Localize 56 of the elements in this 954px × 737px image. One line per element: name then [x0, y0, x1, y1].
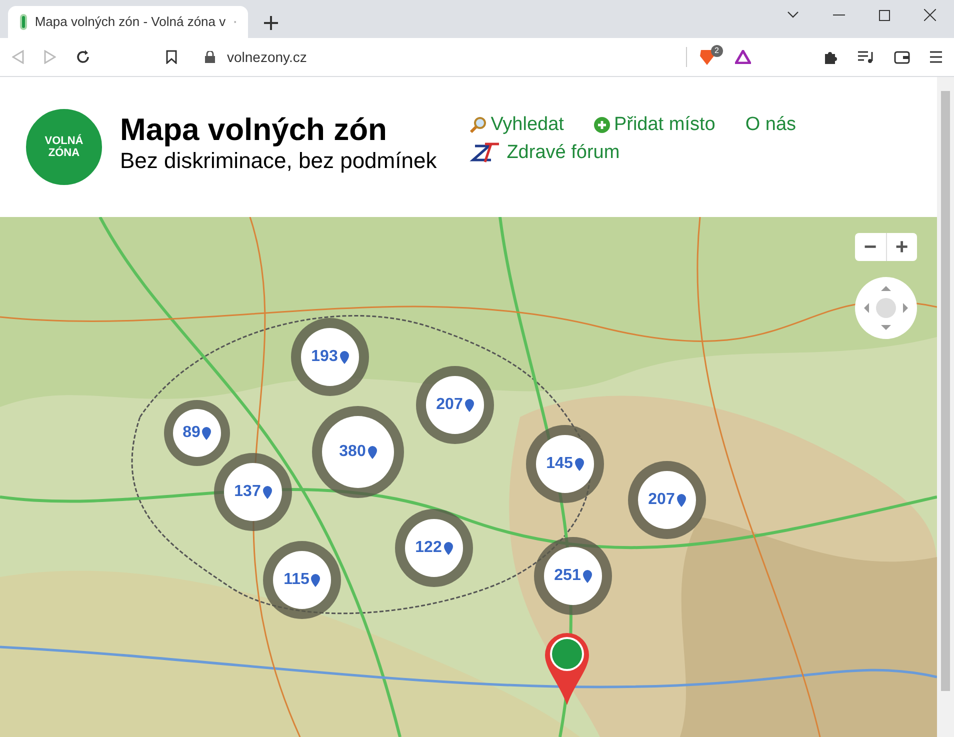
zoom-button[interactable]: +: [886, 233, 917, 261]
location-pin-icon: [464, 398, 474, 412]
location-pin-icon: [676, 494, 686, 506]
map[interactable]: 193 207 89 380 145 137 207 122 115 251 − +: [0, 217, 937, 737]
triangle-icon[interactable]: [735, 50, 751, 64]
logo-text: ZÓNA: [48, 147, 80, 159]
location-pin-icon: [262, 486, 272, 498]
playlist-icon[interactable]: [858, 50, 874, 64]
cluster-count: 193: [311, 347, 338, 367]
cluster-count: 380: [339, 442, 366, 462]
cluster-count: 89: [182, 423, 200, 443]
menu-icon[interactable]: [930, 51, 942, 63]
location-pin-icon: [582, 570, 592, 582]
nav-link[interactable]: Přidat místo: [594, 110, 716, 139]
pin-icon[interactable]: [543, 631, 591, 707]
nav-link[interactable]: Vyhledat: [468, 110, 564, 139]
new-tab-icon[interactable]: [264, 16, 278, 30]
reload-icon[interactable]: [76, 50, 90, 64]
cluster-count: 251: [554, 566, 581, 586]
puzzle-icon[interactable]: [823, 50, 838, 64]
location-pin-icon: [311, 574, 320, 586]
plus-circle-icon: [594, 116, 610, 133]
tab-title: Mapa volných zón - Volná zóna v: [34, 13, 226, 32]
pan-control-icon[interactable]: [855, 277, 917, 339]
scrollbar[interactable]: [937, 77, 954, 737]
wallet-icon[interactable]: [894, 50, 910, 64]
cluster-count: 115: [284, 570, 310, 590]
cluster-count: 122: [415, 538, 442, 558]
shield-icon[interactable]: [698, 48, 715, 66]
chevron-down-icon[interactable]: [787, 11, 799, 19]
cluster-count: 137: [234, 482, 261, 502]
minimize-icon[interactable]: [833, 14, 845, 16]
close-icon[interactable]: [924, 9, 936, 21]
lock-icon: [205, 51, 215, 63]
maximize-icon[interactable]: [879, 10, 890, 20]
shield-count-badge: 2: [710, 45, 723, 57]
cluster-count: 207: [436, 395, 463, 415]
magnifier-icon: [468, 116, 487, 134]
browser-tab[interactable]: Mapa volných zón - Volná zóna v: [8, 6, 248, 38]
logo-text: VOLNÁ: [44, 135, 84, 147]
logo[interactable]: VOLNÁ ZÓNA: [26, 109, 102, 185]
nav-link[interactable]: O nás: [745, 110, 796, 139]
site-subtitle: Bez diskriminace, bez podmínek: [120, 148, 437, 174]
location-pin-icon: [444, 542, 453, 554]
nav-link[interactable]: Zdravé fórum: [468, 139, 620, 168]
location-pin-icon: [368, 446, 377, 458]
cluster-count: 207: [648, 490, 675, 510]
zoom-button[interactable]: −: [855, 233, 886, 261]
url-text: volnezony.cz: [227, 48, 308, 67]
site-title: Mapa volných zón: [120, 112, 388, 148]
location-pin-icon: [202, 426, 212, 440]
bookmark-icon[interactable]: [166, 50, 177, 64]
location-pin-icon: [340, 350, 349, 364]
location-pin-icon: [574, 458, 584, 470]
cluster-count: 145: [546, 454, 573, 474]
favicon-icon: [20, 14, 27, 30]
